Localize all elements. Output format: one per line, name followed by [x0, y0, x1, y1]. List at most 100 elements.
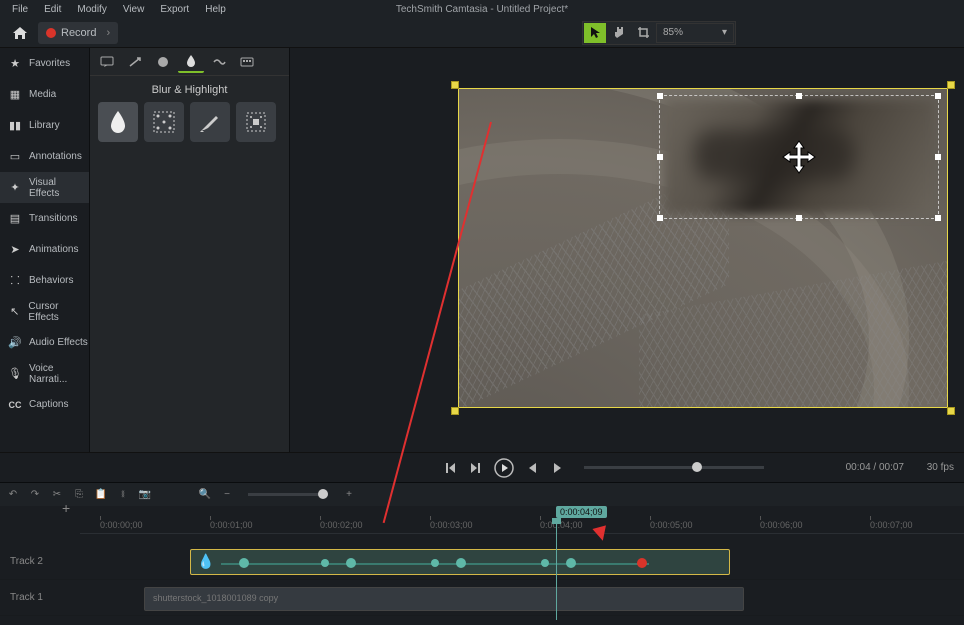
keyframe[interactable]	[321, 559, 329, 567]
record-button[interactable]: Record ›	[38, 22, 118, 44]
snapshot-button[interactable]: 📷	[138, 488, 152, 502]
sidebar-item-media[interactable]: ▦Media	[0, 79, 89, 110]
blur-region[interactable]	[659, 95, 939, 219]
sidebar-item-audio-effects[interactable]: 🔊Audio Effects	[0, 327, 89, 358]
paste-button[interactable]: 📋	[94, 488, 108, 502]
seek-thumb-icon[interactable]	[692, 462, 702, 472]
handle-icon[interactable]	[451, 81, 459, 89]
menu-view[interactable]: View	[115, 2, 153, 17]
tab-arrow[interactable]	[122, 51, 148, 73]
tab-shape[interactable]	[150, 51, 176, 73]
menu-edit[interactable]: Edit	[36, 2, 69, 17]
handle-icon[interactable]	[657, 215, 663, 221]
pan-tool-button[interactable]	[608, 23, 630, 43]
split-button[interactable]: ⧛	[116, 488, 130, 502]
media-clip-label: shutterstock_1018001089 copy	[145, 588, 743, 608]
record-chevron-icon[interactable]: ›	[106, 27, 110, 39]
keyframe[interactable]	[541, 559, 549, 567]
next-frame-button[interactable]	[466, 458, 486, 478]
sidebar-label: Favorites	[29, 58, 70, 69]
undo-button[interactable]: ↶	[6, 488, 20, 502]
mic-icon: 🎙	[8, 367, 22, 381]
play-button[interactable]	[492, 456, 516, 480]
home-button[interactable]	[6, 21, 34, 45]
prev-frame-button[interactable]	[440, 458, 460, 478]
playhead[interactable]: 0:00:04;09	[556, 506, 607, 518]
panel-title: Blur & Highlight	[90, 76, 289, 102]
keyframe[interactable]	[431, 559, 439, 567]
blur-effect-clip[interactable]: 💧	[190, 549, 730, 575]
keyframe[interactable]	[456, 558, 466, 568]
panel-tabs	[90, 48, 289, 76]
media-clip[interactable]: shutterstock_1018001089 copy	[144, 587, 744, 611]
menu-modify[interactable]: Modify	[69, 2, 114, 17]
canvas-area[interactable]	[290, 48, 964, 452]
keyframe[interactable]	[566, 558, 576, 568]
canvas-preview[interactable]	[458, 88, 948, 408]
sidebar-label: Behaviors	[29, 275, 73, 286]
copy-button[interactable]: ⎘	[72, 488, 86, 502]
move-cursor-icon	[779, 137, 819, 177]
ruler-tick: 0:00:01;00	[210, 520, 253, 530]
handle-icon[interactable]	[451, 407, 459, 415]
fps-display: 30 fps	[927, 462, 954, 473]
tab-callout[interactable]	[94, 51, 120, 73]
track-1-label[interactable]: Track 1	[0, 592, 80, 603]
menu-bar: File Edit Modify View Export Help TechSm…	[0, 0, 964, 18]
handle-icon[interactable]	[657, 93, 663, 99]
tab-keystroke[interactable]	[234, 51, 260, 73]
step-forward-button[interactable]	[548, 458, 568, 478]
playhead-time: 0:00:04;09	[556, 506, 607, 518]
pixelate-tool[interactable]	[144, 102, 184, 142]
redo-button[interactable]: ↷	[28, 488, 42, 502]
zoom-fit-button[interactable]: 🔍	[198, 488, 212, 502]
handle-icon[interactable]	[935, 93, 941, 99]
spotlight-tool[interactable]	[236, 102, 276, 142]
sidebar-item-annotations[interactable]: ▭Annotations	[0, 141, 89, 172]
handle-icon[interactable]	[657, 154, 663, 160]
keyframe-end[interactable]	[637, 558, 647, 568]
track-2-row: Track 2 💧	[0, 544, 964, 580]
keyframe[interactable]	[346, 558, 356, 568]
track-2-label[interactable]: Track 2	[0, 556, 80, 567]
add-track-button[interactable]: +	[62, 500, 70, 516]
crop-tool-button[interactable]	[632, 23, 654, 43]
behaviors-icon: ⸬	[8, 274, 22, 288]
tab-blur[interactable]	[178, 51, 204, 73]
time-display: 00:04 / 00:07	[846, 462, 904, 473]
handle-icon[interactable]	[947, 81, 955, 89]
menu-help[interactable]: Help	[197, 2, 234, 17]
zoom-select[interactable]: 85% ▾	[656, 23, 734, 43]
track-2-content[interactable]: 💧	[80, 547, 964, 577]
handle-icon[interactable]	[935, 154, 941, 160]
handle-icon[interactable]	[947, 407, 955, 415]
sidebar-item-behaviors[interactable]: ⸬ Behaviors	[0, 265, 89, 296]
timeline-zoom-slider[interactable]	[248, 493, 328, 496]
timeline-ruler[interactable]: 0:00:00;00 0:00:01;00 0:00:02;00 0:00:03…	[80, 506, 964, 534]
zoom-out-button[interactable]: −	[220, 488, 234, 502]
timeline-toolbar: ↶ ↷ ✂ ⎘ 📋 ⧛ 📷 🔍 − +	[0, 482, 964, 506]
sidebar-item-captions[interactable]: CCCaptions	[0, 389, 89, 420]
blur-tool[interactable]	[98, 102, 138, 142]
handle-icon[interactable]	[796, 215, 802, 221]
seek-slider[interactable]	[584, 466, 764, 469]
sidebar-item-voice[interactable]: 🎙Voice Narrati...	[0, 358, 89, 389]
sidebar-item-visual-effects[interactable]: ✦Visual Effects	[0, 172, 89, 203]
zoom-in-button[interactable]: +	[342, 488, 356, 502]
highlight-tool[interactable]	[190, 102, 230, 142]
step-back-button[interactable]	[522, 458, 542, 478]
menu-file[interactable]: File	[4, 2, 36, 17]
sidebar-item-cursor-effects[interactable]: ↖Cursor Effects	[0, 296, 89, 327]
sidebar-item-animations[interactable]: ➤Animations	[0, 234, 89, 265]
handle-icon[interactable]	[935, 215, 941, 221]
sidebar-item-library[interactable]: ▮▮Library	[0, 110, 89, 141]
tab-motion[interactable]	[206, 51, 232, 73]
sidebar-item-favorites[interactable]: ★Favorites	[0, 48, 89, 79]
select-tool-button[interactable]	[584, 23, 606, 43]
zoom-thumb-icon[interactable]	[318, 489, 328, 499]
track-1-content[interactable]: shutterstock_1018001089 copy	[80, 583, 964, 613]
menu-export[interactable]: Export	[152, 2, 197, 17]
handle-icon[interactable]	[796, 93, 802, 99]
sidebar-item-transitions[interactable]: ▤Transitions	[0, 203, 89, 234]
keyframe[interactable]	[239, 558, 249, 568]
